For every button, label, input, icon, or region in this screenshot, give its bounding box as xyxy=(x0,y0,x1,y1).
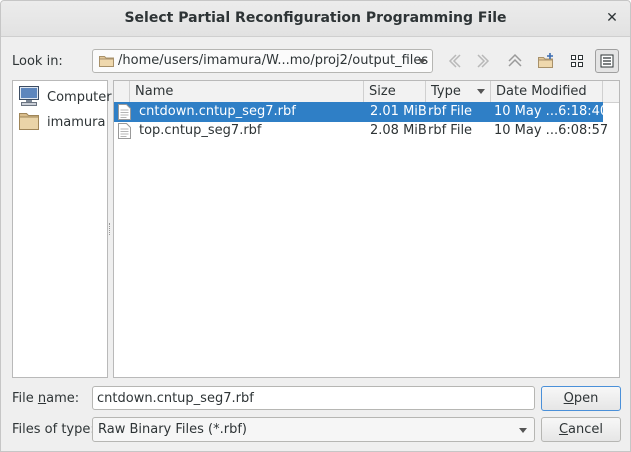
column-header-size[interactable]: Size xyxy=(364,81,426,102)
cancel-label: ancel xyxy=(568,422,604,437)
header-spacer xyxy=(114,81,130,102)
table-row[interactable]: top.cntup_seg7.rbf 2.08 MiB rbf File 10 … xyxy=(114,121,608,143)
file-size-cell: 2.08 MiB xyxy=(370,123,427,138)
look-in-label: Look in: xyxy=(12,54,63,69)
dialog-title: Select Partial Reconfiguration Programmi… xyxy=(124,10,507,26)
open-accel: O xyxy=(563,391,574,406)
file-name-cell: cntdown.cntup_seg7.rbf xyxy=(139,104,296,119)
computer-icon xyxy=(18,85,40,111)
files-of-type-combobox[interactable]: Raw Binary Files (*.rbf) xyxy=(92,417,535,442)
parent-directory-button[interactable] xyxy=(503,49,527,73)
file-name-label: File name: xyxy=(12,391,79,406)
chevron-down-icon xyxy=(519,428,527,433)
title-bar[interactable]: Select Partial Reconfiguration Programmi… xyxy=(1,1,630,37)
look-in-combobox[interactable]: /home/users/imamura/W...mo/proj2/output_… xyxy=(92,49,433,73)
file-icon xyxy=(118,123,131,143)
forward-button[interactable] xyxy=(472,49,496,73)
file-list-header: Name Size Type Date Modified xyxy=(114,81,619,103)
open-label: pen xyxy=(573,391,599,406)
files-of-type-label: Files of type: xyxy=(12,422,95,437)
column-header-type-label: Type xyxy=(431,84,461,99)
column-header-date-modified[interactable]: Date Modified xyxy=(491,81,603,102)
detail-view-icon xyxy=(600,54,614,68)
chevron-down-icon xyxy=(418,59,426,64)
back-arrow-icon xyxy=(448,54,461,68)
file-date-cell: 10 May ...6:08:57 xyxy=(494,123,609,138)
file-name-label-suffix: ame: xyxy=(46,391,80,406)
open-button[interactable]: Open xyxy=(541,386,621,411)
files-of-type-value: Raw Binary Files (*.rbf) xyxy=(98,422,247,437)
file-dialog: Select Partial Reconfiguration Programmi… xyxy=(0,0,631,452)
folder-icon xyxy=(99,54,114,71)
detail-view-button[interactable] xyxy=(595,49,619,73)
file-name-input[interactable] xyxy=(93,387,534,409)
sidebar-item-label: imamura xyxy=(47,115,106,130)
file-name-label-prefix: File xyxy=(12,391,38,406)
file-type-cell: rbf File xyxy=(428,123,473,138)
new-folder-icon xyxy=(538,53,553,68)
file-name-field[interactable] xyxy=(92,386,535,410)
table-row[interactable]: cntdown.cntup_seg7.rbf 2.01 MiB rbf File… xyxy=(114,102,608,122)
look-in-path: /home/users/imamura/W...mo/proj2/output_… xyxy=(118,53,429,68)
cancel-button[interactable]: Cancel xyxy=(541,417,621,442)
new-folder-button[interactable] xyxy=(534,49,558,73)
file-name-label-accel: n xyxy=(37,391,47,406)
file-list[interactable]: Name Size Type Date Modified cntdown.cnt… xyxy=(113,80,620,378)
file-date-cell: 10 May ...6:18:40 xyxy=(494,104,609,119)
sidebar-item-label: Computer xyxy=(47,90,112,105)
places-sidebar: Computer imamura xyxy=(12,80,112,378)
back-button[interactable] xyxy=(442,49,466,73)
folder-icon xyxy=(18,110,40,136)
file-size-cell: 2.01 MiB xyxy=(370,104,427,119)
forward-arrow-icon xyxy=(477,54,490,68)
column-header-type[interactable]: Type xyxy=(426,81,491,102)
file-name-cell: top.cntup_seg7.rbf xyxy=(139,123,262,138)
list-view-icon xyxy=(571,55,583,67)
column-header-name[interactable]: Name xyxy=(130,81,364,102)
file-type-cell: rbf File xyxy=(428,104,473,119)
parent-directory-icon xyxy=(508,53,522,67)
sort-descending-icon xyxy=(477,89,485,94)
cancel-accel: C xyxy=(558,422,569,437)
list-view-button[interactable] xyxy=(565,49,589,73)
close-icon[interactable]: ✕ xyxy=(604,10,620,26)
